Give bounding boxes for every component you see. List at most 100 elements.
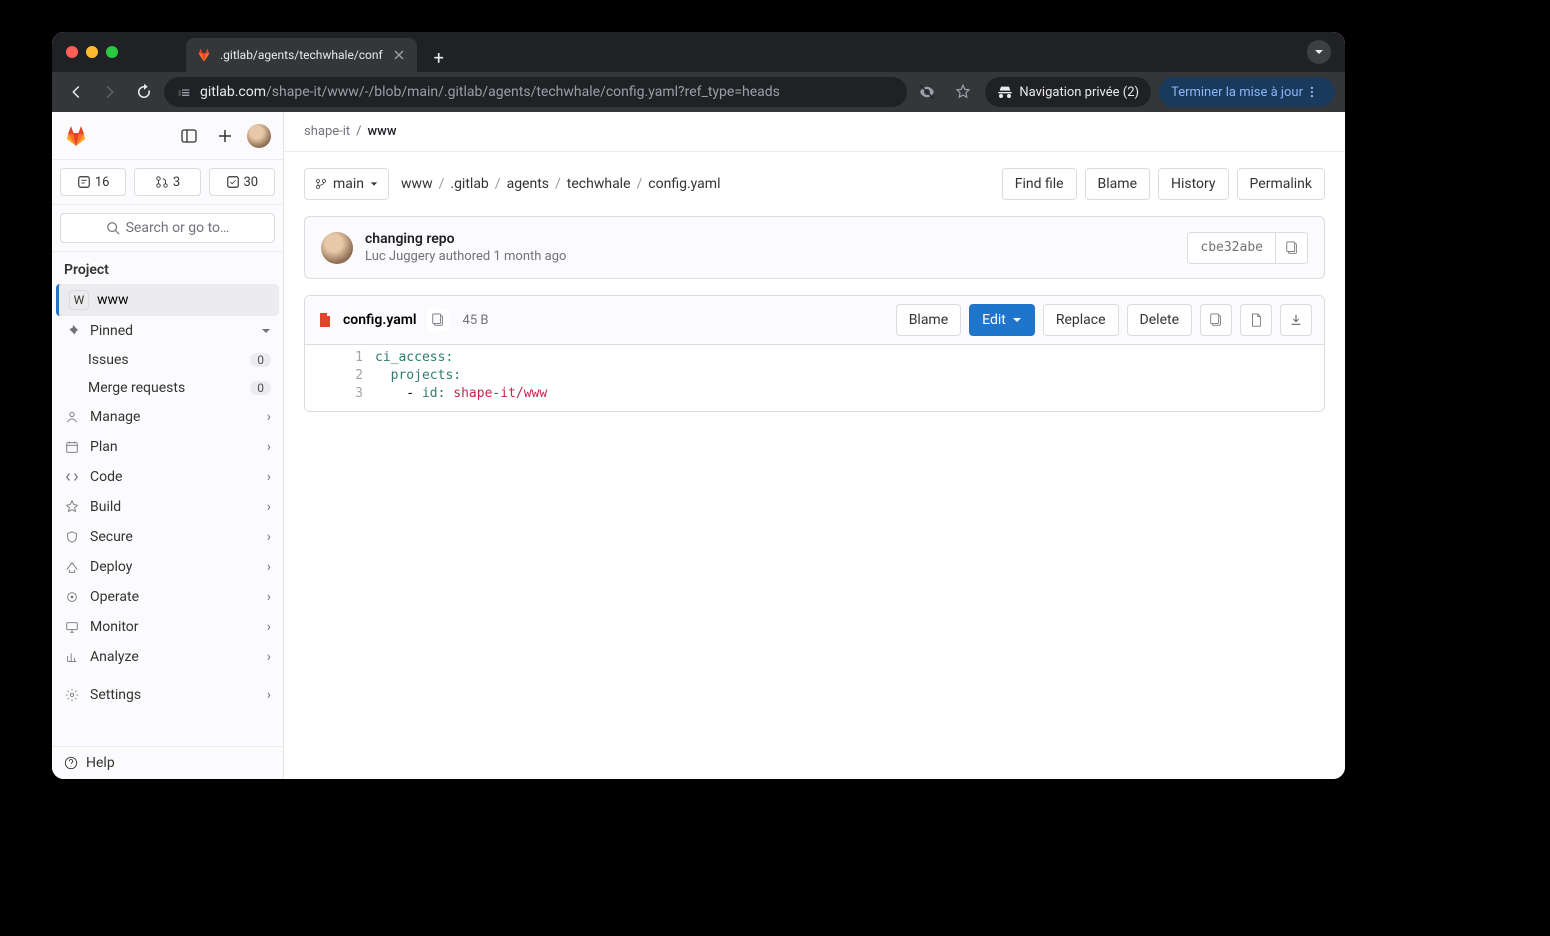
file-type-icon bbox=[317, 312, 333, 328]
sidebar-pinned-issues[interactable]: Issues 0 bbox=[52, 346, 283, 374]
titlebar: .gitlab/agents/techwhale/conf + bbox=[52, 32, 1345, 72]
copy-contents-button[interactable] bbox=[1200, 304, 1232, 336]
reload-button[interactable] bbox=[130, 78, 158, 106]
chevron-right-icon: › bbox=[267, 439, 271, 455]
download-button[interactable] bbox=[1280, 304, 1312, 336]
url-text: gitlab.com/shape-it/www/-/blob/main/.git… bbox=[200, 84, 780, 100]
sidebar-item-code[interactable]: Code› bbox=[52, 462, 283, 492]
sidebar-item-analyze[interactable]: Analyze› bbox=[52, 642, 283, 672]
sidebar-item-secure[interactable]: Secure› bbox=[52, 522, 283, 552]
project-avatar: W bbox=[69, 290, 89, 310]
manage-icon bbox=[64, 410, 80, 424]
plan-icon bbox=[64, 440, 80, 454]
main-panel: shape-it / www main www/ .gitlab/ agents… bbox=[284, 112, 1345, 779]
path-seg[interactable]: www bbox=[401, 176, 433, 192]
todo-icon bbox=[226, 175, 240, 189]
sidebar-item-manage[interactable]: Manage› bbox=[52, 402, 283, 432]
eye-off-icon[interactable] bbox=[913, 78, 941, 106]
todos-counter[interactable]: 30 bbox=[209, 168, 275, 196]
pin-icon bbox=[64, 324, 80, 338]
gitlab-favicon-icon bbox=[196, 47, 212, 63]
sidebar-section-project: Project bbox=[52, 252, 283, 284]
file-path-breadcrumb: www/ .gitlab/ agents/ techwhale/ config.… bbox=[401, 176, 990, 192]
bookmark-star-icon[interactable] bbox=[949, 78, 977, 106]
copy-sha-button[interactable] bbox=[1276, 232, 1308, 264]
mr-counter[interactable]: 3 bbox=[134, 168, 200, 196]
clipboard-icon bbox=[1209, 313, 1223, 327]
permalink-button[interactable]: Permalink bbox=[1237, 168, 1325, 200]
find-file-button[interactable]: Find file bbox=[1002, 168, 1077, 200]
replace-button[interactable]: Replace bbox=[1043, 304, 1119, 336]
sidebar-pinned[interactable]: Pinned bbox=[52, 316, 283, 346]
raw-button[interactable] bbox=[1240, 304, 1272, 336]
file-blame-button[interactable]: Blame bbox=[896, 304, 961, 336]
browser-toolbar: gitlab.com/shape-it/www/-/blob/main/.git… bbox=[52, 72, 1345, 112]
tab-title: .gitlab/agents/techwhale/conf bbox=[220, 48, 383, 62]
path-seg-current: config.yaml bbox=[648, 176, 720, 192]
chevron-down-icon bbox=[1012, 315, 1022, 325]
path-seg[interactable]: .gitlab bbox=[450, 176, 488, 192]
maximize-window-button[interactable] bbox=[106, 46, 118, 58]
commit-author-avatar[interactable] bbox=[321, 232, 353, 264]
chevron-down-icon bbox=[370, 180, 378, 188]
file-icon bbox=[1249, 313, 1263, 327]
path-seg[interactable]: techwhale bbox=[567, 176, 631, 192]
analyze-icon bbox=[64, 650, 80, 664]
chevron-right-icon: › bbox=[267, 589, 271, 605]
line-numbers: 1 2 3 bbox=[305, 345, 375, 411]
sidebar-toggle-button[interactable] bbox=[175, 122, 203, 150]
close-window-button[interactable] bbox=[66, 46, 78, 58]
minimize-window-button[interactable] bbox=[86, 46, 98, 58]
deploy-icon bbox=[64, 560, 80, 574]
breadcrumb: shape-it / www bbox=[284, 112, 1345, 152]
file-viewer: config.yaml 45 B Blame Edit Replace bbox=[304, 295, 1325, 412]
branch-selector[interactable]: main bbox=[304, 168, 389, 200]
update-label: Terminer la mise à jour bbox=[1171, 85, 1303, 100]
last-commit-box: changing repo Luc Juggery authored 1 mon… bbox=[304, 216, 1325, 279]
sidebar-item-settings[interactable]: Settings› bbox=[52, 680, 283, 710]
browser-window: .gitlab/agents/techwhale/conf + bbox=[52, 32, 1345, 779]
search-input[interactable]: Search or go to… bbox=[60, 213, 275, 243]
file-navigation: main www/ .gitlab/ agents/ techwhale/ co… bbox=[304, 168, 1325, 200]
commit-title[interactable]: changing repo bbox=[365, 231, 1175, 247]
sidebar-item-build[interactable]: Build› bbox=[52, 492, 283, 522]
window-controls bbox=[60, 46, 126, 58]
incognito-badge[interactable]: Navigation privée (2) bbox=[985, 77, 1151, 107]
browser-tab[interactable]: .gitlab/agents/techwhale/conf bbox=[186, 38, 417, 72]
branch-icon bbox=[315, 178, 327, 190]
code-viewer: 1 2 3 ci_access: projects: - id: shape-i… bbox=[305, 345, 1324, 411]
address-bar[interactable]: gitlab.com/shape-it/www/-/blob/main/.git… bbox=[164, 77, 907, 107]
delete-button[interactable]: Delete bbox=[1127, 304, 1192, 336]
commit-meta: Luc Juggery authored 1 month ago bbox=[365, 249, 1175, 264]
copy-file-path-button[interactable] bbox=[427, 309, 449, 331]
page-content: 16 3 30 Search or go to… Project bbox=[52, 112, 1345, 779]
gitlab-logo-icon[interactable] bbox=[64, 124, 88, 148]
mr-count-badge: 0 bbox=[250, 381, 271, 395]
breadcrumb-group[interactable]: shape-it bbox=[304, 124, 350, 139]
sidebar-pinned-mr[interactable]: Merge requests 0 bbox=[52, 374, 283, 402]
close-tab-button[interactable] bbox=[391, 47, 407, 63]
sidebar-item-operate[interactable]: Operate› bbox=[52, 582, 283, 612]
new-tab-button[interactable]: + bbox=[425, 44, 453, 72]
blame-button[interactable]: Blame bbox=[1085, 168, 1150, 200]
history-button[interactable]: History bbox=[1158, 168, 1229, 200]
code-lines[interactable]: ci_access: projects: - id: shape-it/www bbox=[375, 345, 547, 411]
chevron-right-icon: › bbox=[267, 529, 271, 545]
forward-button[interactable] bbox=[96, 78, 124, 106]
back-button[interactable] bbox=[62, 78, 90, 106]
sidebar-project-item[interactable]: W www bbox=[56, 284, 279, 316]
path-seg[interactable]: agents bbox=[507, 176, 549, 192]
issues-counter[interactable]: 16 bbox=[60, 168, 126, 196]
merge-request-icon bbox=[155, 175, 169, 189]
edit-button[interactable]: Edit bbox=[969, 304, 1035, 336]
user-avatar[interactable] bbox=[247, 124, 271, 148]
sidebar-item-deploy[interactable]: Deploy› bbox=[52, 552, 283, 582]
update-button[interactable]: Terminer la mise à jour bbox=[1159, 77, 1335, 107]
create-new-button[interactable] bbox=[211, 122, 239, 150]
site-settings-icon[interactable] bbox=[176, 84, 192, 100]
breadcrumb-project[interactable]: www bbox=[368, 124, 397, 139]
sidebar-item-monitor[interactable]: Monitor› bbox=[52, 612, 283, 642]
sidebar-item-plan[interactable]: Plan› bbox=[52, 432, 283, 462]
sidebar-help[interactable]: Help bbox=[52, 746, 283, 779]
tabs-dropdown-button[interactable] bbox=[1307, 40, 1331, 64]
